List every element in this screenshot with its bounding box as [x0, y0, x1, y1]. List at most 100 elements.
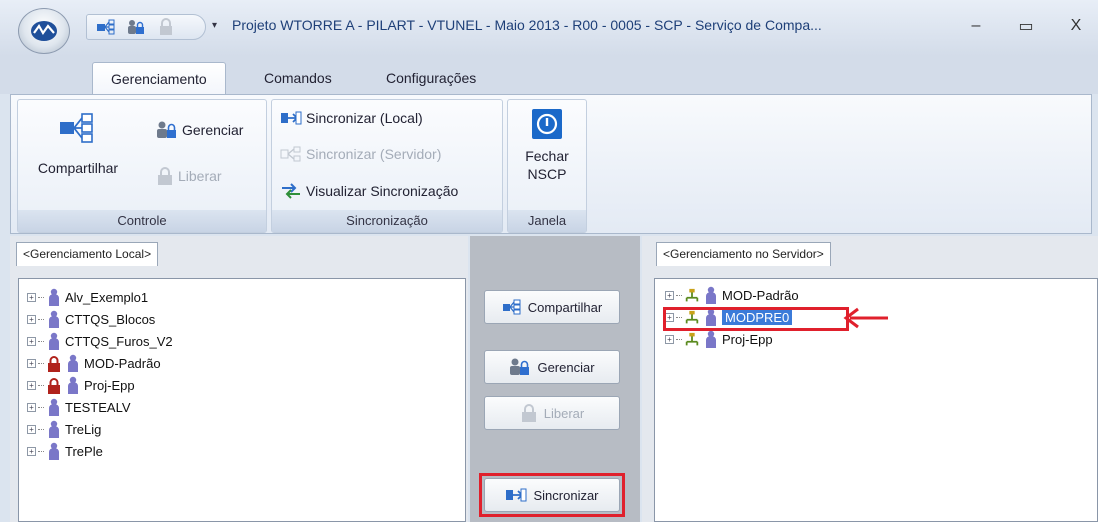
- local-tree-item[interactable]: + CTTQS_Blocos: [27, 309, 155, 329]
- minimize-button[interactable]: –: [962, 14, 990, 38]
- expand-toggle-icon[interactable]: +: [27, 336, 36, 346]
- compartilhar-action-button[interactable]: Compartilhar: [484, 290, 620, 324]
- sincronizar-servidor-label: Sincronizar (Servidor): [306, 146, 442, 162]
- expand-toggle-icon[interactable]: +: [27, 424, 36, 434]
- group-controle-label: Controle: [18, 210, 266, 232]
- server-panel: <Gerenciamento no Servidor> + MOD-Padrão +…: [642, 236, 1098, 522]
- local-tree-item-label: TrePle: [65, 443, 103, 459]
- pointer-arrow-icon: [843, 307, 888, 329]
- tab-configuracoes[interactable]: Configurações: [368, 62, 494, 94]
- users-lock-icon: [157, 121, 176, 138]
- expand-toggle-icon[interactable]: +: [27, 446, 36, 456]
- manage-qat-button[interactable]: [125, 17, 147, 37]
- quick-access-toolbar: [86, 14, 206, 40]
- local-tree: + Alv_Exemplo1 + CTTQS_Blocos + CTTQS_Furos_V…: [18, 278, 466, 522]
- sync-server-icon: [280, 146, 301, 162]
- fechar-label-line2: NSCP: [527, 166, 567, 182]
- sincronizar-local-button[interactable]: Sincronizar (Local): [280, 110, 423, 126]
- lock-icon: [48, 378, 60, 394]
- lock-icon: [48, 356, 60, 372]
- sincronizar-servidor-button[interactable]: Sincronizar (Servidor): [280, 146, 441, 162]
- local-tree-item-label: Alv_Exemplo1: [65, 289, 149, 305]
- gerenciar-action-button[interactable]: Gerenciar: [484, 350, 620, 384]
- lock-disabled-icon: [158, 167, 172, 185]
- group-controle: Compartilhar Gerenciar Liberar Controle: [17, 99, 267, 233]
- close-button[interactable]: X: [1062, 14, 1090, 38]
- person-icon: [49, 398, 59, 416]
- fechar-label-line1: Fechar: [525, 148, 569, 164]
- server-tree-item[interactable]: + Proj-Epp: [665, 329, 773, 349]
- fechar-nscp-button[interactable]: Fechar NSCP: [512, 108, 582, 182]
- liberar-label: Liberar: [178, 168, 222, 184]
- expand-toggle-icon[interactable]: +: [665, 290, 674, 300]
- users-lock-icon: [128, 20, 144, 34]
- release-qat-button[interactable]: [155, 17, 177, 37]
- local-tree-item[interactable]: + MOD-Padrão: [27, 353, 161, 373]
- local-tree-item[interactable]: + Proj-Epp: [27, 375, 135, 395]
- sincronizar-local-label: Sincronizar (Local): [306, 110, 423, 126]
- share-icon: [97, 19, 115, 35]
- ribbon-tab-bar: Gerenciamento Comandos Configurações: [0, 56, 1098, 94]
- modpre0-highlight-box: [663, 307, 849, 331]
- gerenciar-action-label: Gerenciar: [537, 359, 595, 375]
- share-icon: [60, 113, 93, 143]
- expand-toggle-icon[interactable]: +: [27, 314, 36, 324]
- compartilhar-label: Compartilhar: [37, 160, 119, 176]
- local-tree-item-label: MOD-Padrão: [84, 355, 161, 371]
- app-logo-icon: [31, 21, 57, 41]
- local-tree-item[interactable]: + Alv_Exemplo1: [27, 287, 148, 307]
- ribbon-panel: Compartilhar Gerenciar Liberar Controle: [10, 94, 1092, 234]
- server-tree-item-label: MOD-Padrão: [722, 287, 799, 303]
- group-janela-label: Janela: [508, 210, 586, 232]
- local-tree-item-label: TreLig: [65, 421, 102, 437]
- server-share-icon: [685, 288, 699, 302]
- expand-toggle-icon[interactable]: +: [27, 292, 36, 302]
- share-qat-button[interactable]: [95, 17, 117, 37]
- lock-disabled-icon: [160, 18, 172, 35]
- tab-comandos[interactable]: Comandos: [246, 62, 350, 94]
- compartilhar-action-label: Compartilhar: [527, 299, 603, 315]
- power-icon: [532, 109, 562, 139]
- maximize-button[interactable]: ▭: [1012, 14, 1040, 38]
- person-icon: [49, 288, 59, 306]
- lock-disabled-icon: [521, 404, 536, 422]
- sincronizar-highlight-box: [479, 473, 625, 517]
- users-lock-icon: [510, 358, 530, 375]
- expand-toggle-icon[interactable]: +: [27, 380, 36, 390]
- sync-view-icon: [282, 183, 300, 199]
- group-janela: Fechar NSCP Janela: [507, 99, 587, 233]
- gerenciar-button[interactable]: Gerenciar: [156, 120, 243, 140]
- qat-dropdown-icon[interactable]: ▾: [212, 20, 217, 31]
- group-sincronizacao: Sincronizar (Local) Sincronizar (Servido…: [271, 99, 503, 233]
- gerenciar-label: Gerenciar: [182, 122, 244, 138]
- application-menu-button[interactable]: [18, 8, 70, 54]
- liberar-action-button[interactable]: Liberar: [484, 396, 620, 430]
- local-tree-item[interactable]: + TESTEALV: [27, 397, 131, 417]
- local-tree-item[interactable]: + TreLig: [27, 419, 101, 439]
- person-icon: [49, 332, 59, 350]
- local-tree-item-label: CTTQS_Blocos: [65, 311, 156, 327]
- group-sincronizacao-label: Sincronização: [272, 210, 502, 232]
- expand-toggle-icon[interactable]: +: [665, 334, 674, 344]
- share-icon: [502, 299, 521, 315]
- window-title: Projeto WTORRE A - PILART - VTUNEL - Mai…: [232, 17, 822, 33]
- liberar-button[interactable]: Liberar: [156, 166, 222, 186]
- local-tree-item[interactable]: + TrePle: [27, 441, 103, 461]
- tab-gerenciamento[interactable]: Gerenciamento: [92, 62, 226, 94]
- person-icon: [706, 286, 716, 304]
- expand-toggle-icon[interactable]: +: [27, 358, 36, 368]
- expand-toggle-icon[interactable]: +: [27, 402, 36, 412]
- local-panel: <Gerenciamento Local> + Alv_Exemplo1 + CTTQ…: [10, 236, 468, 522]
- local-tree-item-label: Proj-Epp: [84, 377, 135, 393]
- server-tree-item-label: Proj-Epp: [722, 331, 773, 347]
- visualizar-sincronizacao-label: Visualizar Sincronização: [306, 183, 459, 199]
- server-tree-item[interactable]: + MOD-Padrão: [665, 285, 799, 305]
- tab-gerenciamento-servidor[interactable]: <Gerenciamento no Servidor>: [656, 242, 831, 266]
- local-tree-item[interactable]: + CTTQS_Furos_V2: [27, 331, 173, 351]
- person-icon: [49, 310, 59, 328]
- tab-gerenciamento-local[interactable]: <Gerenciamento Local>: [16, 242, 159, 266]
- compartilhar-button[interactable]: Compartilhar: [28, 112, 128, 176]
- person-icon: [68, 354, 78, 372]
- title-bar: ▾ Projeto WTORRE A - PILART - VTUNEL - M…: [0, 0, 1098, 56]
- visualizar-sincronizacao-button[interactable]: Visualizar Sincronização: [280, 182, 458, 200]
